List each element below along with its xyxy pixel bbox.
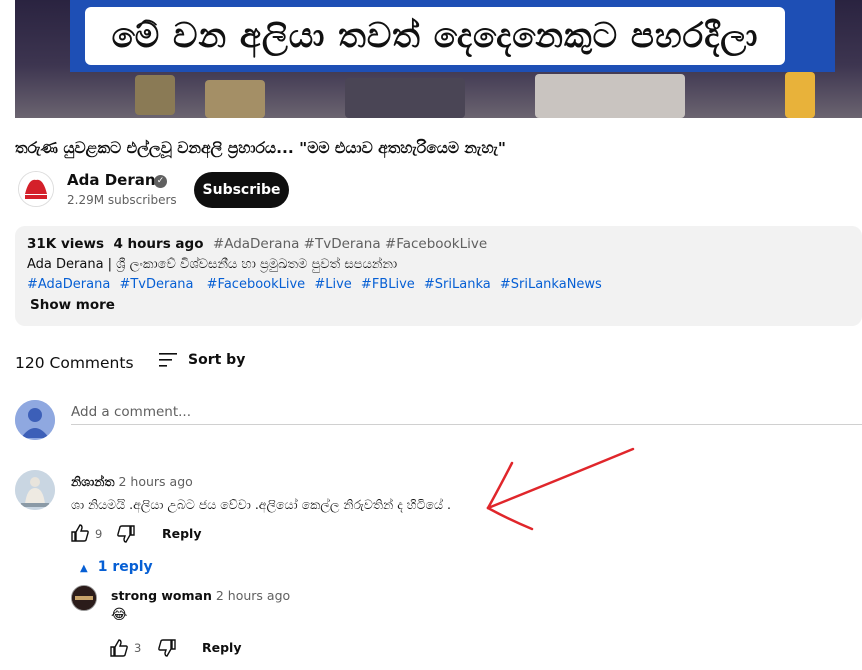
annotation-arrow-icon — [486, 447, 635, 531]
scene-object — [205, 80, 265, 118]
show-more-button[interactable]: Show more — [30, 297, 115, 313]
comment-author[interactable]: strong woman — [111, 588, 212, 603]
subscribe-button[interactable]: Subscribe — [194, 172, 289, 208]
comment-time[interactable]: 2 hours ago — [119, 474, 193, 489]
comment-text: ශා නියමයි .අලියා උබට ජය වේවා .අලියෝ කෙල්… — [71, 497, 451, 512]
description-text: Ada Derana | ශ්‍රී ලංකාවේ විශ්වසනීය හා ප… — [27, 257, 398, 272]
video-banner-text: මේ වන අලියා තවත් දෙදෙනෙකුට පහරදීලා — [85, 7, 785, 65]
comment-author[interactable]: නිශාන්ත — [71, 474, 115, 489]
chevron-up-icon: ▲ — [80, 563, 88, 574]
scene-object — [535, 74, 685, 118]
hashtag-link[interactable]: #FacebookLive — [207, 277, 306, 292]
comment-time[interactable]: 2 hours ago — [216, 588, 290, 603]
add-comment-input[interactable] — [71, 400, 862, 425]
video-meta: 31K views 4 hours ago #AdaDerana #TvDera… — [27, 236, 487, 252]
replies-count-label: 1 reply — [97, 559, 153, 575]
user-avatar — [15, 400, 55, 440]
comment-text: 😂 — [111, 607, 128, 623]
profile-picture-icon — [72, 586, 96, 610]
commenter-avatar[interactable] — [15, 470, 55, 510]
hashtag-link[interactable]: #FBLive — [361, 277, 415, 292]
hashtag-link[interactable]: #SriLanka — [424, 277, 491, 292]
thumbs-up-icon[interactable] — [70, 524, 90, 542]
ada-derana-logo-icon — [19, 172, 53, 206]
description-hashtags: #AdaDerana #TvDerana #FacebookLive #Live… — [27, 277, 607, 292]
comment-author-line: නිශාන්ත 2 hours ago — [71, 474, 193, 490]
hashtag-link[interactable]: #AdaDerana — [27, 277, 110, 292]
channel-avatar[interactable] — [18, 171, 54, 207]
thumbs-down-icon[interactable] — [116, 525, 136, 543]
view-count: 31K views — [27, 236, 105, 252]
comments-count: 120 Comments — [15, 354, 134, 372]
video-player[interactable]: මේ වන අලියා තවත් දෙදෙනෙකුට පහරදීලා — [15, 0, 862, 118]
reply-button[interactable]: Reply — [162, 526, 201, 541]
commenter-avatar[interactable] — [71, 585, 97, 611]
reply-button[interactable]: Reply — [202, 640, 241, 655]
hashtag-link[interactable]: #Live — [314, 277, 351, 292]
hashtag-link[interactable]: #SriLankaNews — [500, 277, 602, 292]
like-count: 9 — [95, 527, 103, 541]
upload-age: 4 hours ago — [113, 236, 204, 252]
channel-name[interactable]: Ada Derana — [67, 171, 166, 189]
buddha-statue-icon — [15, 470, 55, 510]
top-hashtags[interactable]: #AdaDerana #TvDerana #FacebookLive — [213, 236, 487, 252]
sort-lines-icon[interactable] — [158, 351, 178, 369]
like-count: 3 — [134, 641, 142, 655]
default-user-icon — [15, 400, 55, 440]
hashtag-link[interactable]: #TvDerana — [119, 277, 193, 292]
subscriber-count: 2.29M subscribers — [67, 193, 177, 207]
scene-object — [785, 72, 815, 118]
comment-author-line: strong woman 2 hours ago — [111, 588, 290, 603]
scene-object — [135, 75, 175, 115]
scene-object — [345, 78, 465, 118]
thumbs-up-icon[interactable] — [109, 639, 129, 657]
verified-check-icon: ✓ — [154, 175, 167, 188]
sort-by-button[interactable]: Sort by — [188, 352, 245, 368]
thumbs-down-icon[interactable] — [157, 639, 177, 657]
replies-toggle[interactable]: ▲ 1 reply — [80, 559, 153, 575]
video-title: තරුණ යුවළකට එල්ලවූ වනඅලි ප්‍රහාරය... "මම… — [15, 139, 506, 157]
